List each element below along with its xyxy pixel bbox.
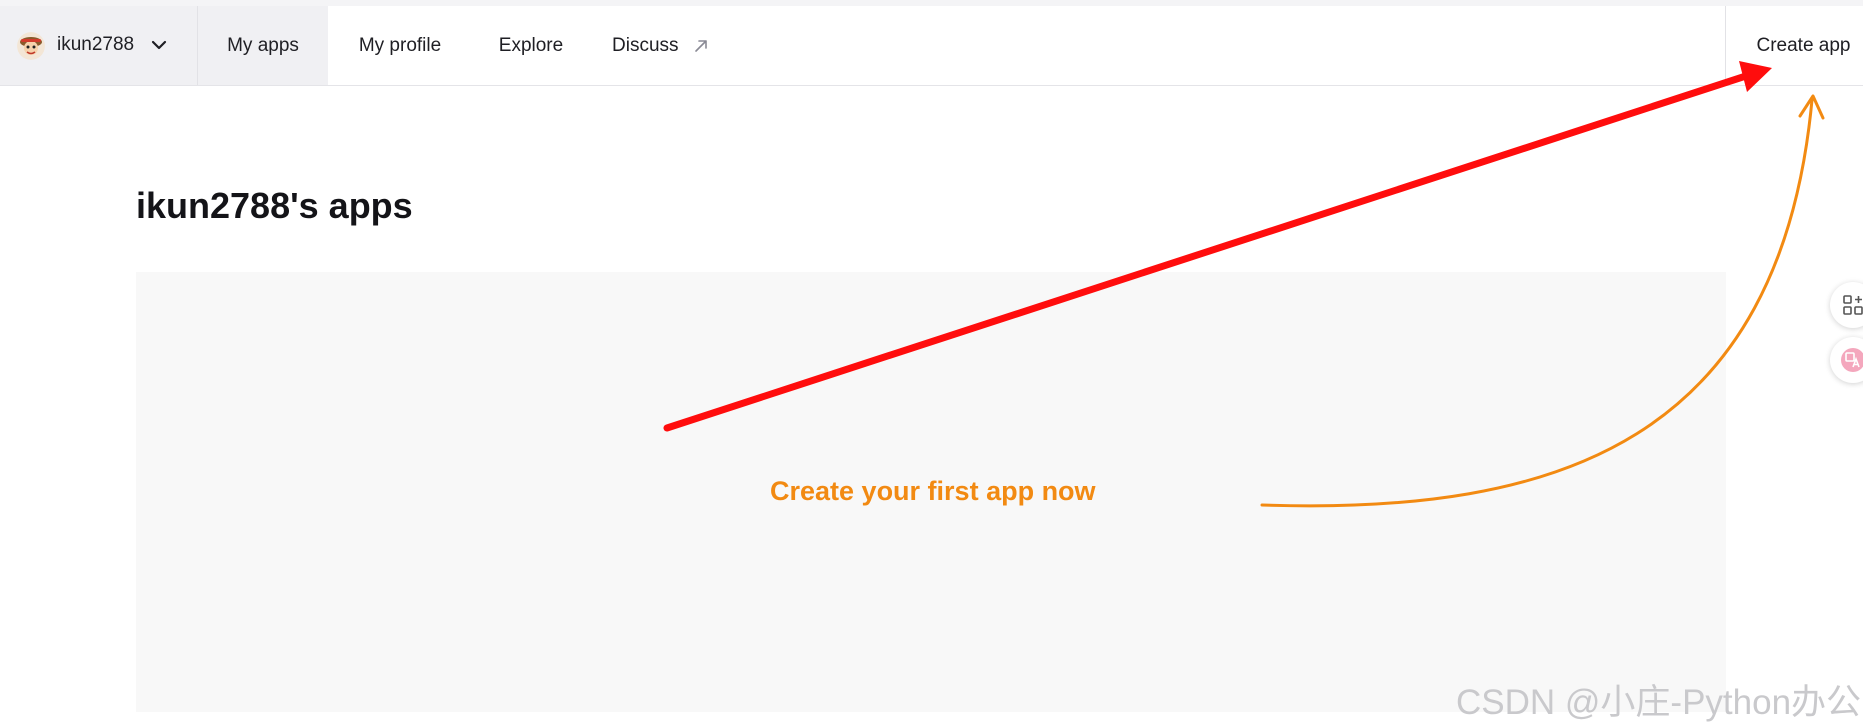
tab-explore[interactable]: Explore (486, 6, 576, 85)
tab-my-apps-label: My apps (227, 34, 299, 56)
watermark: CSDN @小庄-Python办公 (1456, 683, 1862, 722)
page-title: ikun2788's apps (136, 185, 413, 226)
user-menu-button[interactable]: ikun2788 (0, 6, 198, 85)
top-navigation: ikun2788 My apps My profile Explore Disc… (0, 6, 1863, 86)
create-first-app-callout: Create your first app now (770, 476, 1096, 506)
translate-icon (1841, 348, 1863, 372)
tab-discuss[interactable]: Discuss (612, 6, 722, 85)
external-link-icon (694, 39, 707, 52)
tab-my-profile-label: My profile (358, 34, 442, 56)
chevron-down-icon (151, 40, 167, 50)
apps-grid-icon (1843, 295, 1863, 315)
translate-button[interactable] (1830, 337, 1863, 383)
username-label: ikun2788 (57, 34, 135, 55)
create-app-label: Create app (1756, 34, 1851, 56)
avatar (17, 32, 45, 60)
tab-discuss-label: Discuss (612, 34, 679, 56)
tab-explore-label: Explore (498, 34, 564, 56)
create-app-button[interactable]: Create app (1725, 6, 1863, 85)
apps-grid-button[interactable] (1830, 282, 1863, 328)
tab-my-profile[interactable]: My profile (345, 6, 455, 85)
tab-my-apps[interactable]: My apps (198, 6, 328, 85)
